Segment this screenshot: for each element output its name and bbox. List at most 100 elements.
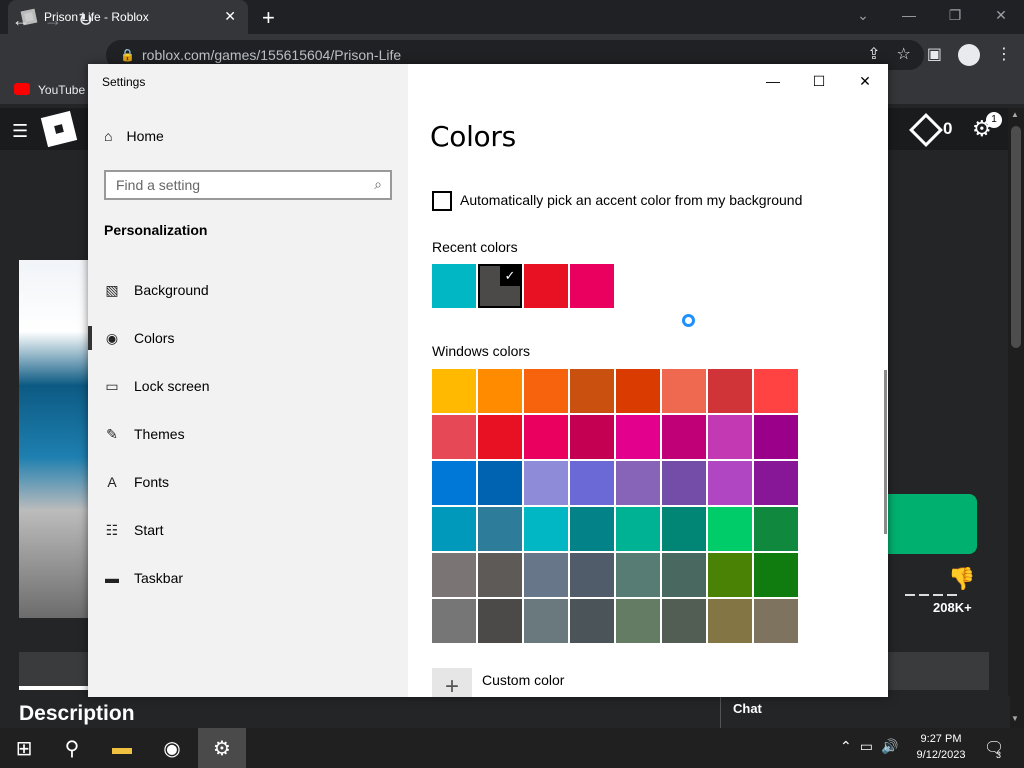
bookmark-youtube[interactable]: YouTube xyxy=(38,83,85,97)
restore-icon[interactable]: ❐ xyxy=(932,0,978,34)
recent-color-swatch[interactable]: ✓ xyxy=(478,264,522,308)
volume-icon[interactable]: 🔊 xyxy=(881,738,898,755)
scroll-up-icon[interactable]: ▲ xyxy=(1011,110,1019,119)
color-swatch[interactable] xyxy=(616,599,660,643)
custom-color-button[interactable]: + xyxy=(432,668,472,697)
forward-icon[interactable]: → xyxy=(44,10,62,31)
color-swatch[interactable] xyxy=(570,415,614,459)
url-text[interactable]: roblox.com/games/155615604/Prison-Life xyxy=(142,47,401,63)
home-link[interactable]: ⌂ Home xyxy=(104,128,164,144)
color-swatch[interactable] xyxy=(708,369,752,413)
sidebar-item-taskbar[interactable]: ▬ Taskbar xyxy=(88,554,408,602)
recent-color-swatch[interactable] xyxy=(432,264,476,308)
color-swatch[interactable] xyxy=(708,599,752,643)
color-swatch[interactable] xyxy=(524,415,568,459)
recent-color-swatch[interactable] xyxy=(524,264,568,308)
color-swatch[interactable] xyxy=(524,553,568,597)
show-hidden-icons-icon[interactable]: ⌃ xyxy=(840,738,852,755)
color-swatch[interactable] xyxy=(570,461,614,505)
action-center-icon[interactable]: 🗨 xyxy=(984,738,1004,758)
sidebar-item-colors[interactable]: ◉ Colors xyxy=(88,314,408,362)
sidebar-item-background[interactable]: ▧ Background xyxy=(88,266,408,314)
color-swatch[interactable] xyxy=(708,415,752,459)
back-icon[interactable]: ← xyxy=(12,10,30,31)
sidebar-item-start[interactable]: ☷ Start xyxy=(88,506,408,554)
settings-app-icon[interactable]: ⚙ xyxy=(198,728,246,768)
color-swatch[interactable] xyxy=(524,599,568,643)
color-swatch[interactable] xyxy=(570,599,614,643)
color-swatch[interactable] xyxy=(570,553,614,597)
color-swatch[interactable] xyxy=(478,507,522,551)
page-scrollbar-thumb[interactable] xyxy=(1011,126,1021,348)
color-swatch[interactable] xyxy=(662,599,706,643)
color-swatch[interactable] xyxy=(432,415,476,459)
color-swatch[interactable] xyxy=(754,415,798,459)
color-swatch[interactable] xyxy=(708,553,752,597)
color-swatch[interactable] xyxy=(754,369,798,413)
side-panel-icon[interactable]: ▣ xyxy=(927,44,942,66)
color-swatch[interactable] xyxy=(754,553,798,597)
chevron-down-icon[interactable]: ⌄ xyxy=(840,0,886,34)
color-swatch[interactable] xyxy=(754,507,798,551)
thumbs-down-icon[interactable]: 👎 xyxy=(948,566,975,592)
color-swatch[interactable] xyxy=(478,415,522,459)
minimize-icon[interactable]: — xyxy=(886,0,932,34)
star-icon[interactable]: ☆ xyxy=(897,44,911,66)
sidebar-item-lock-screen[interactable]: ▭ Lock screen xyxy=(88,362,408,410)
color-swatch[interactable] xyxy=(478,553,522,597)
scroll-down-icon[interactable]: ▼ xyxy=(1011,714,1019,723)
color-swatch[interactable] xyxy=(616,553,660,597)
auto-accent-label[interactable]: Automatically pick an accent color from … xyxy=(460,192,802,208)
color-swatch[interactable] xyxy=(524,507,568,551)
color-swatch[interactable] xyxy=(708,461,752,505)
custom-color-label[interactable]: Custom color xyxy=(482,672,564,688)
network-icon[interactable]: ▭ xyxy=(860,738,873,755)
close-tab-icon[interactable]: ✕ xyxy=(224,8,236,25)
clock[interactable]: 9:27 PM 9/12/2023 xyxy=(908,731,974,763)
color-swatch[interactable] xyxy=(662,369,706,413)
color-swatch[interactable] xyxy=(616,415,660,459)
chat-label[interactable]: Chat xyxy=(733,701,762,716)
new-tab-icon[interactable]: + xyxy=(262,5,275,31)
search-input[interactable]: Find a setting ⌕ xyxy=(104,170,392,200)
color-swatch[interactable] xyxy=(478,599,522,643)
color-swatch[interactable] xyxy=(616,369,660,413)
chrome-icon[interactable]: ◉ xyxy=(148,728,196,768)
lock-icon[interactable]: 🔒 xyxy=(120,48,135,62)
color-swatch[interactable] xyxy=(616,461,660,505)
color-swatch[interactable] xyxy=(432,369,476,413)
color-swatch[interactable] xyxy=(478,461,522,505)
windows-start-icon[interactable]: ⊞ xyxy=(0,728,48,768)
more-menu-icon[interactable]: ⋮ xyxy=(996,44,1012,66)
maximize-icon[interactable]: ☐ xyxy=(796,64,842,98)
color-swatch[interactable] xyxy=(432,507,476,551)
recent-color-swatch[interactable] xyxy=(570,264,614,308)
color-swatch[interactable] xyxy=(570,369,614,413)
file-explorer-icon[interactable]: ▬ xyxy=(98,728,146,768)
color-swatch[interactable] xyxy=(478,369,522,413)
close-icon[interactable]: ✕ xyxy=(978,0,1024,34)
color-swatch[interactable] xyxy=(616,507,660,551)
close-icon[interactable]: ✕ xyxy=(842,64,888,98)
color-swatch[interactable] xyxy=(432,461,476,505)
color-swatch[interactable] xyxy=(662,415,706,459)
reload-icon[interactable]: ↻ xyxy=(78,10,93,31)
hamburger-menu-icon[interactable]: ☰ xyxy=(12,121,28,142)
share-icon[interactable]: ⇪ xyxy=(867,44,880,66)
color-swatch[interactable] xyxy=(662,461,706,505)
color-swatch[interactable] xyxy=(708,507,752,551)
search-icon[interactable]: ⚲ xyxy=(48,728,96,768)
color-swatch[interactable] xyxy=(662,553,706,597)
color-swatch[interactable] xyxy=(432,599,476,643)
sidebar-item-themes[interactable]: ✎ Themes xyxy=(88,410,408,458)
color-swatch[interactable] xyxy=(432,553,476,597)
auto-accent-checkbox[interactable] xyxy=(432,191,452,211)
minimize-icon[interactable]: — xyxy=(750,64,796,98)
color-swatch[interactable] xyxy=(524,461,568,505)
color-swatch[interactable] xyxy=(524,369,568,413)
chat-panel[interactable] xyxy=(720,696,1010,730)
profile-avatar-icon[interactable] xyxy=(958,44,980,66)
color-swatch[interactable] xyxy=(754,461,798,505)
play-button[interactable] xyxy=(886,494,977,554)
color-swatch[interactable] xyxy=(662,507,706,551)
